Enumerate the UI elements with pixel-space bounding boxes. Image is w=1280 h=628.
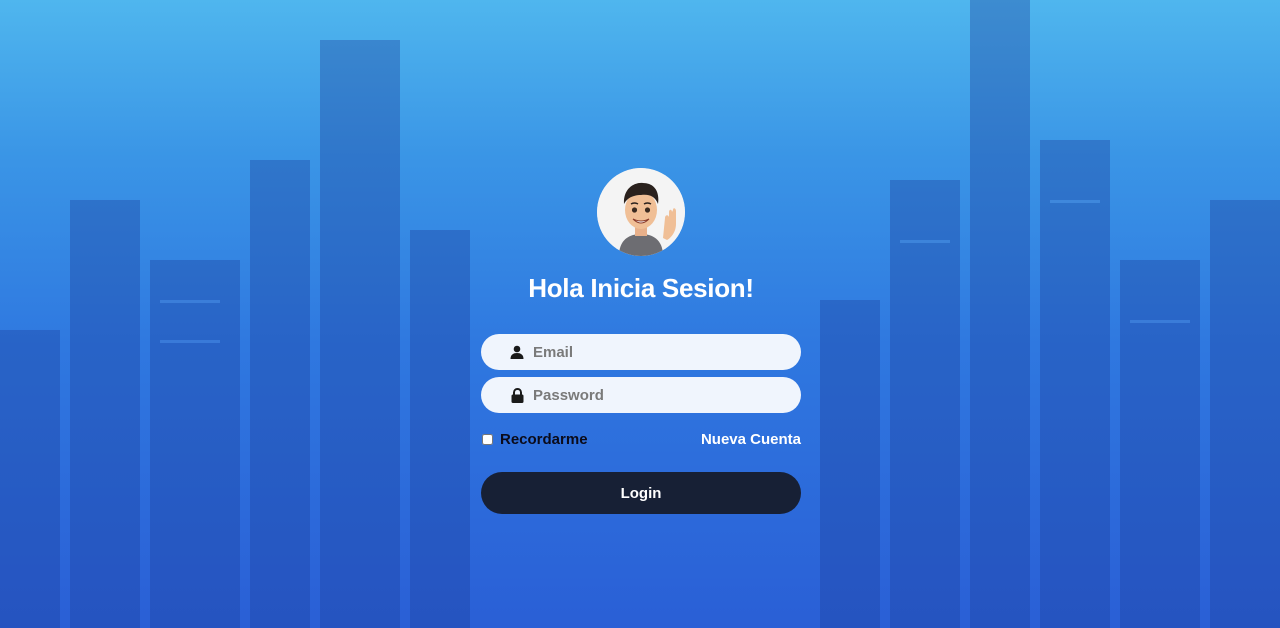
lock-icon bbox=[509, 387, 525, 403]
password-input[interactable] bbox=[531, 379, 785, 411]
page-title: Hola Inicia Sesion! bbox=[528, 273, 754, 303]
remember-label: Recordarme bbox=[500, 431, 588, 448]
email-input[interactable] bbox=[531, 336, 785, 368]
remember-me[interactable]: Recordarme bbox=[481, 431, 588, 448]
login-options: Recordarme Nueva Cuenta bbox=[481, 431, 801, 448]
user-icon bbox=[509, 344, 525, 360]
login-card: Hola Inicia Sesion! Recordarme Nueva Cue… bbox=[481, 168, 801, 514]
password-field[interactable] bbox=[481, 377, 801, 413]
login-button[interactable]: Login bbox=[481, 472, 801, 514]
waving-boy-avatar-icon bbox=[597, 168, 685, 256]
avatar bbox=[597, 168, 685, 256]
remember-checkbox[interactable] bbox=[482, 434, 493, 445]
email-field[interactable] bbox=[481, 334, 801, 370]
new-account-link[interactable]: Nueva Cuenta bbox=[701, 431, 801, 448]
